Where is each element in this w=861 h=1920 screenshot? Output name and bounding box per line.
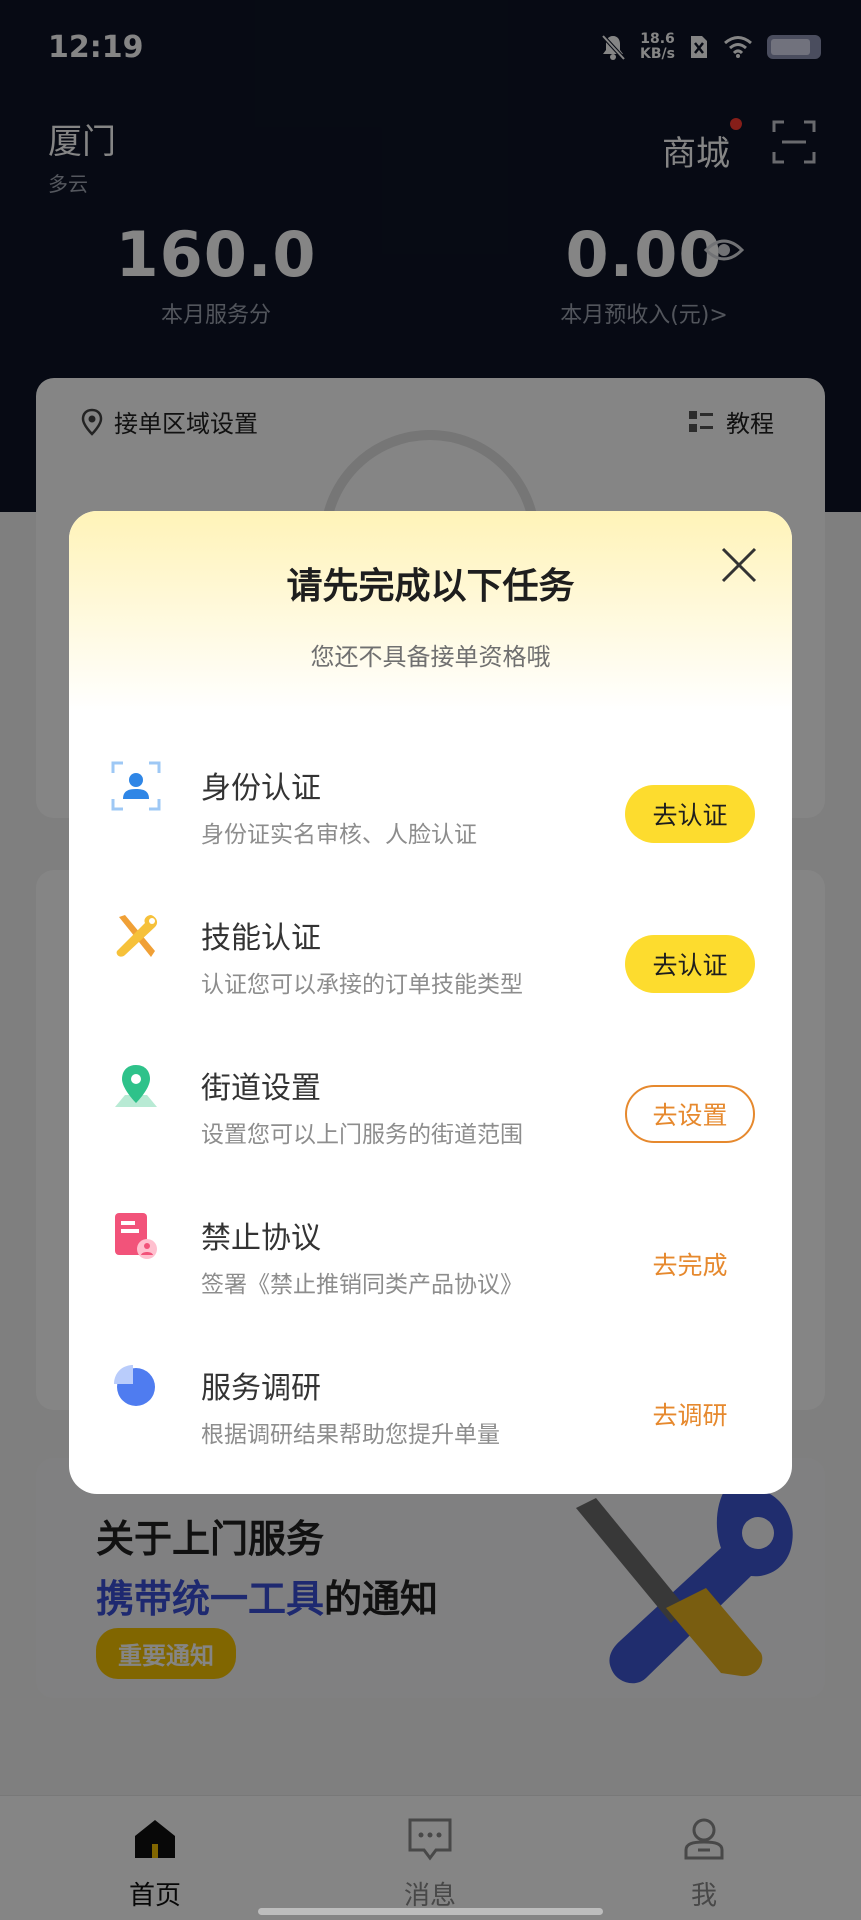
- modal-title: 请先完成以下任务: [286, 566, 575, 607]
- map-pin-icon: [115, 1065, 157, 1107]
- task-item: 服务调研 根据调研结果帮助您提升单量 去调研: [69, 1341, 792, 1491]
- tools-icon: [116, 915, 158, 957]
- task-item: 街道设置 设置您可以上门服务的街道范围 去设置: [69, 1041, 792, 1191]
- task-name: 服务调研: [201, 1371, 321, 1406]
- agreement-icon: [115, 1213, 157, 1259]
- task-name: 街道设置: [201, 1071, 321, 1106]
- task-desc: 身份证实名审核、人脸认证: [201, 822, 477, 848]
- task-desc: 设置您可以上门服务的街道范围: [201, 1122, 523, 1148]
- task-modal: 请先完成以下任务 您还不具备接单资格哦 身份认证 身份证实名审核、人脸认证 去认…: [69, 511, 792, 1494]
- task-name: 身份认证: [201, 771, 321, 806]
- modal-subtitle: 您还不具备接单资格哦: [310, 643, 551, 671]
- skill-verify-button[interactable]: 去认证: [625, 935, 755, 993]
- task-item: 身份认证 身份证实名审核、人脸认证 去认证: [69, 741, 792, 891]
- pie-chart-icon: [114, 1365, 155, 1406]
- task-item: 禁止协议 签署《禁止推销同类产品协议》 去完成: [69, 1191, 792, 1341]
- task-name: 技能认证: [201, 921, 321, 956]
- task-desc: 根据调研结果帮助您提升单量: [201, 1422, 500, 1448]
- identity-verify-button[interactable]: 去认证: [625, 785, 755, 843]
- modal-header-gradient: [69, 511, 792, 711]
- home-indicator: [258, 1908, 603, 1915]
- id-card-icon: [111, 761, 161, 811]
- task-desc: 签署《禁止推销同类产品协议》: [201, 1272, 523, 1298]
- survey-button[interactable]: 去调研: [625, 1385, 755, 1443]
- street-setting-button[interactable]: 去设置: [625, 1085, 755, 1143]
- agreement-complete-button[interactable]: 去完成: [625, 1235, 755, 1293]
- close-icon[interactable]: [715, 541, 763, 589]
- task-desc: 认证您可以承接的订单技能类型: [201, 972, 523, 998]
- task-item: 技能认证 认证您可以承接的订单技能类型 去认证: [69, 891, 792, 1041]
- task-name: 禁止协议: [201, 1221, 321, 1256]
